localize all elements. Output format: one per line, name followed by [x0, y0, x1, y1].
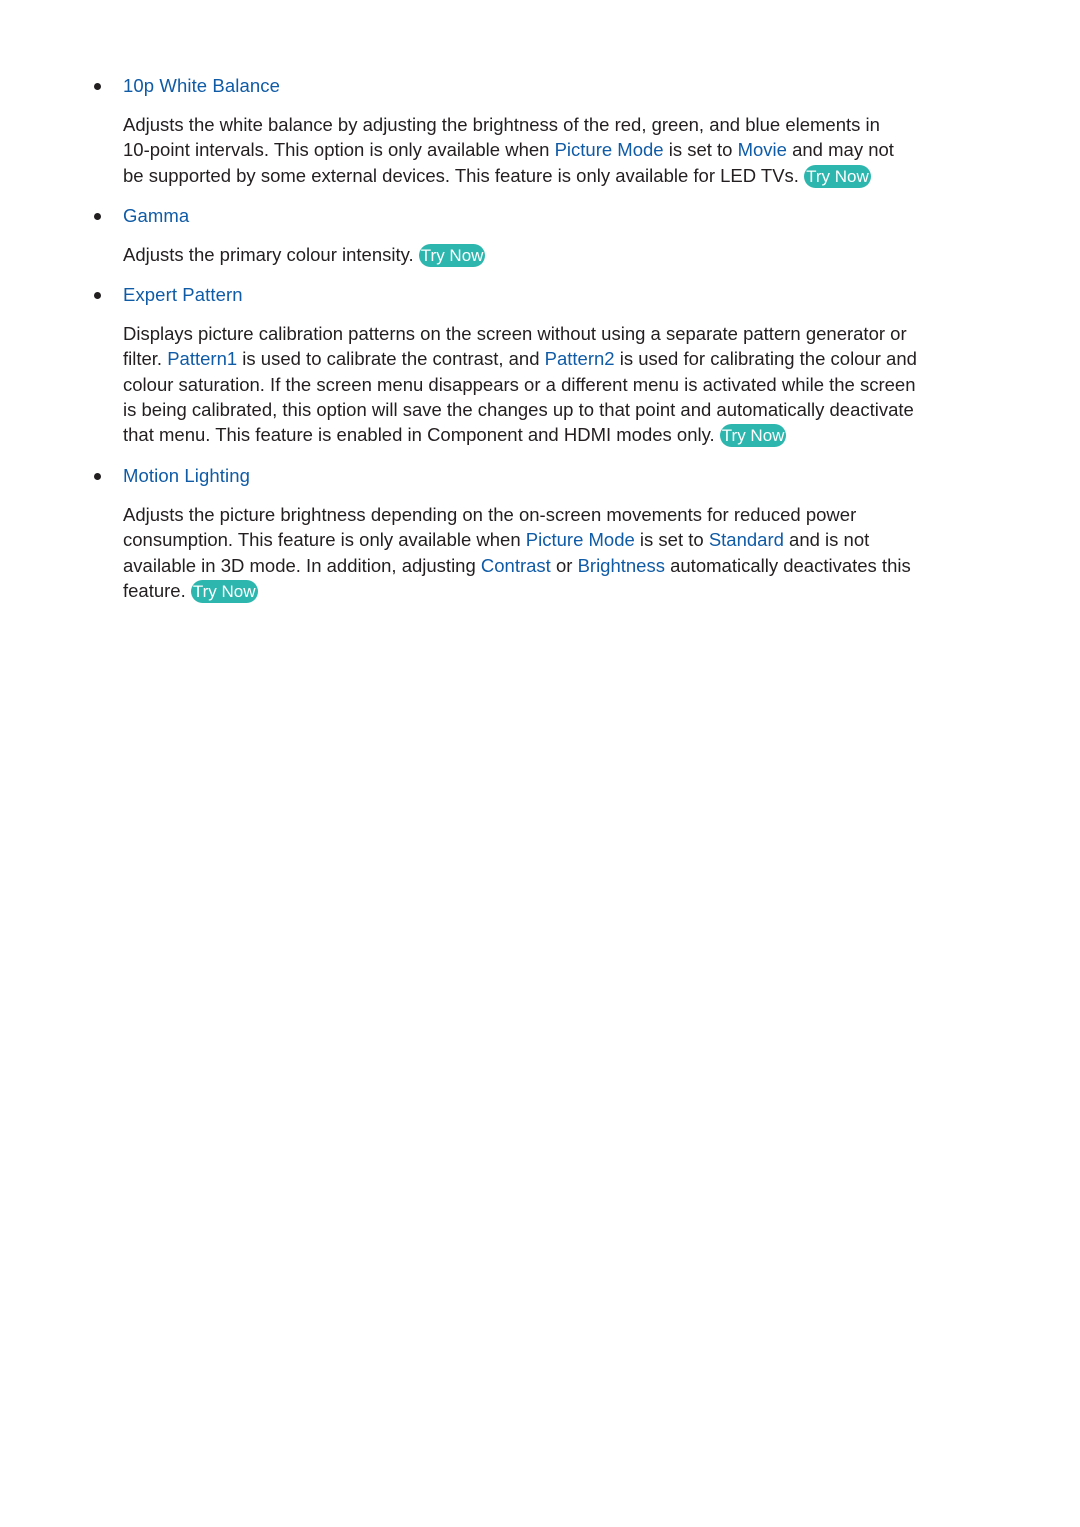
description-line: colour saturation. If the screen menu di…	[123, 372, 1023, 397]
menu-reference-link: Picture Mode	[525, 529, 635, 551]
section-title: Expert Pattern	[123, 284, 243, 305]
try-now-button[interactable]: Try Now	[418, 244, 486, 267]
menu-reference-link: Movie	[737, 139, 787, 161]
text-run: is used for calibrating the colour and	[614, 348, 917, 370]
text-run: filter.	[123, 348, 168, 370]
text-run: Adjusts the white balance by adjusting t…	[123, 114, 880, 135]
section-description: Adjusts the picture brightness depending…	[123, 502, 1023, 603]
text-run: Adjusts the primary colour intensity.	[123, 244, 419, 265]
section-title: Motion Lighting	[123, 465, 250, 486]
section-description: Adjusts the primary colour intensity. Tr…	[123, 242, 1023, 267]
description-line: consumption. This feature is only availa…	[123, 527, 1023, 552]
text-run: Adjusts the picture brightness depending…	[123, 504, 857, 525]
description-line: available in 3D mode. In addition, adjus…	[123, 553, 1023, 578]
menu-reference-link: Pattern1	[167, 348, 238, 370]
bullet-icon	[94, 213, 101, 220]
bullet-icon	[94, 83, 101, 90]
menu-reference-link: Pattern2	[544, 348, 615, 370]
text-run: Displays picture calibration patterns on…	[123, 323, 907, 344]
text-run: automatically deactivates this	[664, 554, 911, 576]
text-run: that menu. This feature is enabled in Co…	[123, 424, 720, 446]
section-heading-row: Gamma	[0, 204, 1080, 228]
description-line: that menu. This feature is enabled in Co…	[123, 422, 1023, 448]
bullet-icon	[94, 473, 101, 480]
menu-reference-link: Picture Mode	[554, 139, 664, 161]
text-run: and may not	[786, 139, 894, 161]
text-run: consumption. This feature is only availa…	[123, 529, 526, 551]
section-description: Adjusts the white balance by adjusting t…	[123, 112, 1023, 188]
try-now-button[interactable]: Try Now	[804, 164, 871, 188]
section-title: 10p White Balance	[123, 75, 280, 96]
description-line: is being calibrated, this option will sa…	[123, 397, 1023, 422]
text-run: is used to calibrate the contrast, and	[237, 348, 545, 370]
text-run: 10-point intervals. This option is only …	[123, 139, 555, 161]
text-run: or	[550, 554, 578, 576]
bullet-icon	[94, 292, 101, 299]
section-heading-row: 10p White Balance	[0, 74, 1080, 98]
text-run: feature.	[123, 579, 191, 601]
description-line: be supported by some external devices. T…	[123, 163, 1023, 188]
text-run: is being calibrated, this option will sa…	[123, 398, 914, 420]
text-run: colour saturation. If the screen menu di…	[123, 373, 916, 395]
description-line: filter. Pattern1 is used to calibrate th…	[123, 346, 1023, 371]
try-now-button[interactable]: Try Now	[719, 424, 787, 448]
menu-reference-link: Standard	[708, 529, 784, 551]
text-run: be supported by some external devices. T…	[123, 164, 805, 186]
section-heading-row: Expert Pattern	[0, 283, 1080, 307]
section-description: Displays picture calibration patterns on…	[123, 321, 1023, 448]
section-title: Gamma	[123, 205, 190, 226]
text-run: is set to	[634, 529, 709, 551]
text-run: and is not	[783, 529, 870, 551]
description-line: 10-point intervals. This option is only …	[123, 137, 1023, 162]
text-run: is set to	[663, 139, 738, 161]
description-line: Adjusts the white balance by adjusting t…	[123, 112, 1023, 137]
text-run: available in 3D mode. In addition, adjus…	[123, 554, 481, 576]
description-line: Displays picture calibration patterns on…	[123, 321, 1023, 346]
section-heading-row: Motion Lighting	[0, 464, 1080, 488]
description-line: feature. Try Now	[123, 578, 1023, 603]
description-line: Adjusts the primary colour intensity. Tr…	[123, 242, 1023, 267]
menu-reference-link: Contrast	[480, 554, 551, 576]
menu-reference-link: Brightness	[577, 554, 665, 576]
try-now-button[interactable]: Try Now	[190, 579, 258, 603]
description-line: Adjusts the picture brightness depending…	[123, 502, 1023, 527]
